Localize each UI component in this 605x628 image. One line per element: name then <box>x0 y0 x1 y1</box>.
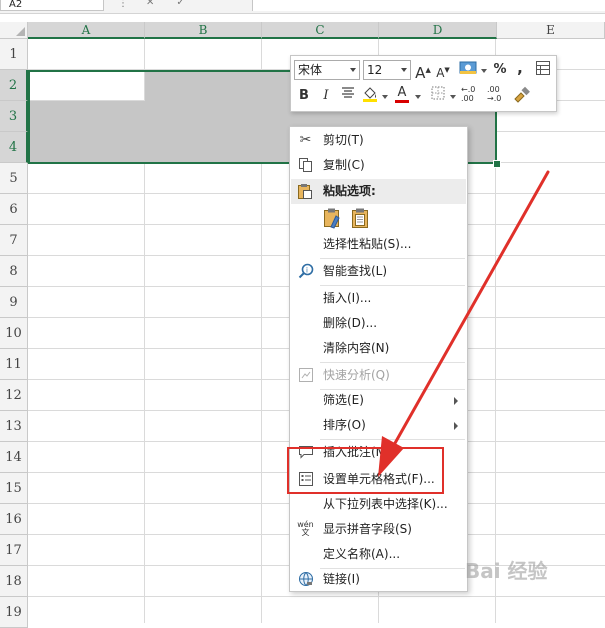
watermark: Bai 经验 <box>465 559 548 583</box>
annotation-arrow <box>378 170 550 477</box>
